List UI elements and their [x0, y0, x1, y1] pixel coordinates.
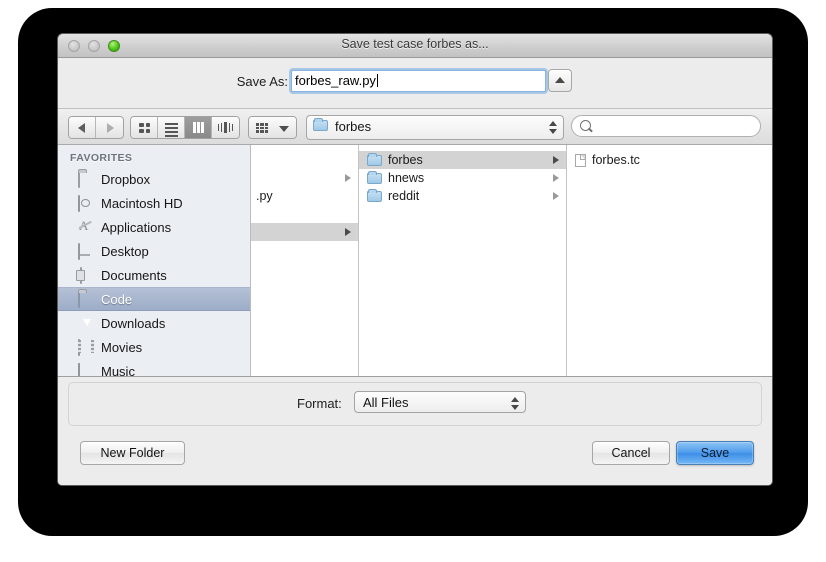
cancel-button[interactable]: Cancel — [592, 441, 670, 465]
sidebar-item-music[interactable]: Music — [58, 359, 250, 376]
list-icon — [165, 123, 178, 137]
sidebar-header: FAVORITES — [70, 152, 133, 164]
popup-stepper-icon — [511, 396, 519, 411]
disclosure-arrow-icon — [553, 156, 559, 164]
favorites-sidebar: FAVORITES Dropbox Macintosh HD Applicati… — [58, 145, 251, 376]
navigation-buttons — [68, 116, 124, 139]
documents-icon — [78, 267, 94, 284]
save-dialog-window: Save test case forbes as... Save As: for… — [57, 33, 773, 486]
sidebar-item-desktop[interactable]: Desktop — [58, 239, 250, 263]
browser-toolbar: forbes — [58, 109, 772, 145]
disclosure-arrow-icon — [553, 192, 559, 200]
new-folder-button[interactable]: New Folder — [80, 441, 185, 465]
dialog-button-bar: New Folder Cancel Save — [58, 429, 772, 485]
blue-folder-icon — [313, 118, 328, 131]
arrow-right-icon — [107, 123, 114, 133]
downloads-icon — [78, 316, 94, 330]
filename-input[interactable]: forbes_raw.py — [291, 70, 546, 92]
grid-icon — [139, 123, 150, 133]
disclosure-arrow-icon — [345, 174, 351, 182]
sidebar-item-applications[interactable]: Applications — [58, 215, 250, 239]
sidebar-item-label: Dropbox — [101, 171, 151, 187]
title-bar: Save test case forbes as... — [58, 34, 772, 58]
back-button[interactable] — [69, 117, 96, 138]
harddisk-icon — [78, 195, 94, 212]
sidebar-item-label: Desktop — [101, 243, 149, 259]
text-caret — [376, 74, 378, 87]
list-item[interactable]: hnews — [359, 169, 566, 187]
list-item[interactable]: forbes — [359, 151, 566, 169]
save-button[interactable]: Save — [676, 441, 754, 465]
path-label: forbes — [335, 119, 372, 134]
file-name: hnews — [388, 171, 425, 185]
chevron-down-icon — [279, 126, 289, 132]
column-2[interactable]: forbes hnews reddit — [359, 145, 567, 376]
sidebar-item-label: Applications — [101, 219, 172, 235]
movies-icon — [78, 339, 94, 356]
sidebar-item-dropbox[interactable]: Dropbox — [58, 167, 250, 191]
blue-folder-icon — [367, 170, 382, 184]
file-browser: .py forbes hnews reddit forbes.tc FAVORI… — [58, 145, 772, 377]
save-as-label: Save As: — [236, 74, 288, 89]
sidebar-item-label: Documents — [101, 267, 167, 283]
blue-folder-icon — [367, 152, 382, 166]
disclosure-arrow-icon — [553, 174, 559, 182]
popup-stepper-icon — [549, 120, 557, 135]
column-3[interactable]: forbes.tc — [567, 145, 772, 376]
format-popup-button[interactable]: All Files — [354, 391, 526, 413]
sidebar-item-label: Movies — [101, 339, 143, 355]
format-label: Format: — [297, 396, 342, 411]
file-name: reddit — [388, 189, 420, 203]
sidebar-item-code[interactable]: Code — [58, 287, 250, 311]
format-value: All Files — [363, 395, 409, 410]
grid-dots-icon — [256, 123, 268, 133]
save-as-row: Save As: forbes_raw.py — [58, 58, 772, 109]
collapse-dialog-button[interactable] — [548, 69, 572, 92]
columns-icon — [193, 122, 205, 133]
sidebar-item-label: Downloads — [101, 315, 166, 331]
coverflow-view-button[interactable] — [212, 117, 239, 138]
blue-folder-icon — [367, 188, 382, 202]
search-icon — [580, 120, 591, 131]
desktop-icon — [78, 243, 94, 260]
window-title: Save test case forbes as... — [341, 37, 489, 51]
icon-view-button[interactable] — [131, 117, 158, 138]
disclosure-arrow-icon — [345, 228, 351, 236]
sidebar-item-label: Code — [101, 291, 133, 307]
sidebar-item-label: Macintosh HD — [101, 195, 183, 211]
arrange-menu-button[interactable] — [248, 116, 297, 139]
sidebar-item-movies[interactable]: Movies — [58, 335, 250, 359]
music-icon — [78, 363, 94, 376]
sidebar-item-macintosh-hd[interactable]: Macintosh HD — [58, 191, 250, 215]
file-name: forbes — [388, 153, 423, 167]
applications-icon — [78, 220, 94, 234]
sidebar-item-label: Music — [101, 363, 135, 377]
column-view-button[interactable] — [185, 117, 212, 138]
forward-button[interactable] — [96, 117, 123, 138]
sidebar-item-downloads[interactable]: Downloads — [58, 311, 250, 335]
search-input[interactable] — [571, 115, 761, 137]
view-mode-buttons — [130, 116, 240, 139]
triangle-up-icon — [555, 77, 565, 83]
list-item[interactable]: reddit — [359, 187, 566, 205]
document-icon — [575, 153, 586, 167]
file-name: forbes.tc — [592, 153, 640, 167]
folder-icon — [78, 291, 94, 308]
filename-value: forbes_raw.py — [295, 73, 376, 88]
list-view-button[interactable] — [158, 117, 185, 138]
list-item[interactable]: forbes.tc — [567, 151, 772, 169]
arrow-left-icon — [78, 123, 85, 133]
path-popup-button[interactable]: forbes — [306, 115, 564, 140]
format-group-box: Format: All Files — [68, 382, 762, 426]
format-bar: Format: All Files — [58, 377, 772, 429]
sidebar-item-documents[interactable]: Documents — [58, 263, 250, 287]
folder-icon — [78, 171, 94, 188]
coverflow-icon — [218, 122, 234, 133]
file-name: .py — [256, 189, 273, 203]
